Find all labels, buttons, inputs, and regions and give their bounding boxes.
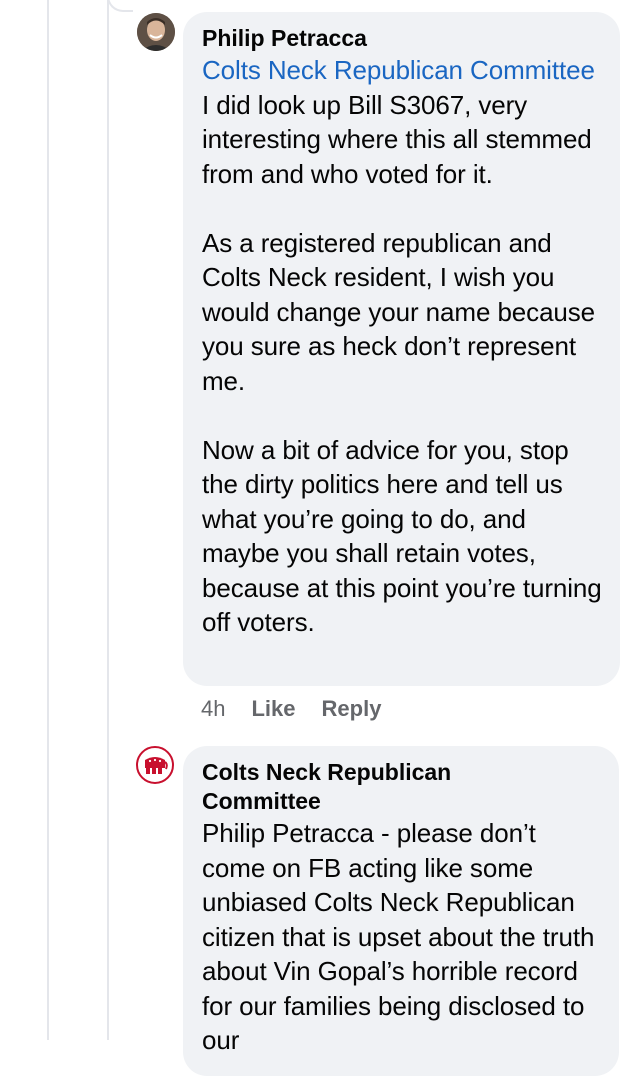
comment-actions: 4h Like Reply bbox=[201, 694, 407, 724]
comment-text: Philip Petracca - please don’t come on F… bbox=[202, 818, 595, 1055]
comment-bubble: Colts Neck Republican Committee Philip P… bbox=[183, 746, 619, 1076]
comment-paragraph: As a registered republican and Colts Nec… bbox=[202, 227, 596, 396]
avatar[interactable] bbox=[136, 746, 174, 784]
avatar[interactable] bbox=[137, 13, 175, 51]
profile-photo-icon bbox=[137, 13, 175, 51]
comment-text: Colts Neck Republican Committee I did lo… bbox=[202, 53, 602, 640]
comment-paragraph: Now a bit of advice for you, stop the di… bbox=[202, 434, 602, 638]
comment-timestamp[interactable]: 4h bbox=[201, 696, 225, 722]
comment-bubble: Philip Petracca Colts Neck Republican Co… bbox=[183, 12, 620, 686]
like-button[interactable]: Like bbox=[251, 696, 295, 722]
thread-line-outer bbox=[47, 0, 49, 1040]
mention-link[interactable]: Colts Neck Republican Committee bbox=[202, 55, 595, 85]
comment-paragraph: I did look up Bill S3067, very interesti… bbox=[202, 89, 592, 189]
thread-line-inner bbox=[107, 0, 109, 1040]
reply-button[interactable]: Reply bbox=[322, 696, 382, 722]
thread-connector bbox=[107, 0, 133, 12]
comment-author[interactable]: Colts Neck Republican Committee bbox=[202, 758, 502, 816]
republican-elephant-icon bbox=[145, 757, 168, 774]
comment-author[interactable]: Philip Petracca bbox=[202, 24, 602, 53]
